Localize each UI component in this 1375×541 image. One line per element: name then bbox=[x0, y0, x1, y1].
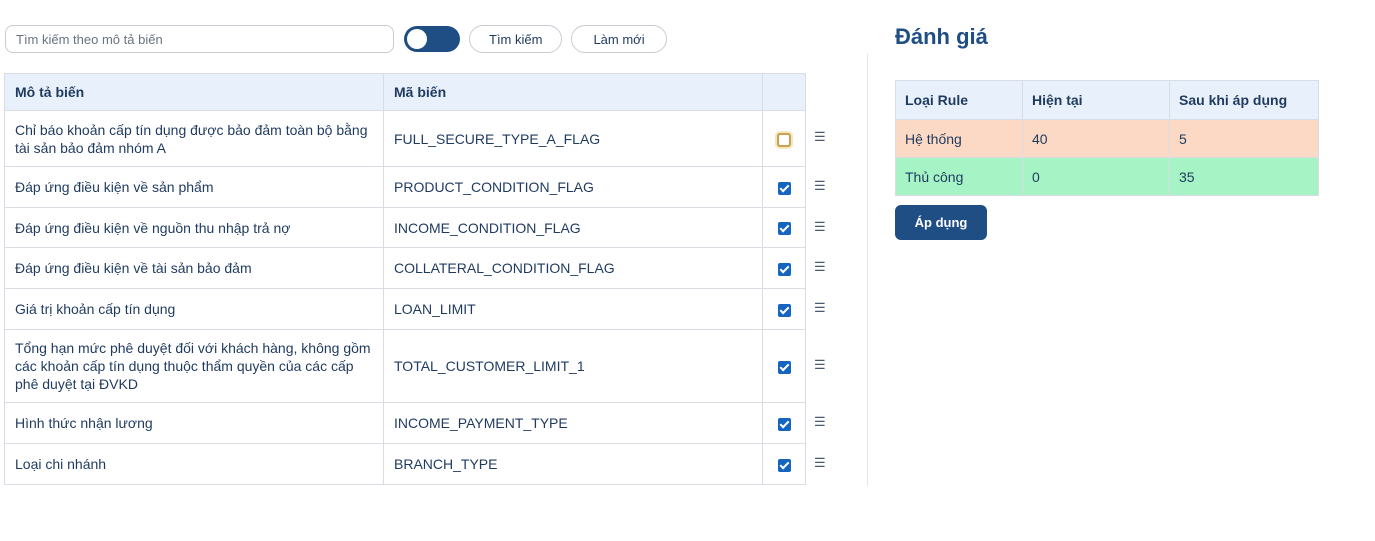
row-description: Chỉ báo khoản cấp tín dụng được bảo đảm … bbox=[4, 110, 384, 167]
table-row: Đáp ứng điều kiện về nguồn thu nhập trả … bbox=[4, 207, 806, 248]
evaluation-row-system: Hệ thống 40 5 bbox=[895, 119, 1319, 158]
row-checkbox[interactable] bbox=[777, 262, 791, 276]
sliders-icon[interactable]: ☰ bbox=[814, 455, 828, 471]
row-checkbox[interactable] bbox=[777, 417, 791, 431]
sliders-icon[interactable]: ☰ bbox=[814, 300, 828, 316]
search-input[interactable] bbox=[5, 25, 394, 53]
row-checkbox-cell bbox=[762, 443, 806, 485]
table-row: Tổng hạn mức phê duyệt đối với khách hàn… bbox=[4, 329, 806, 403]
evaluation-row-manual: Thủ công 0 35 bbox=[895, 157, 1319, 196]
row-code: BRANCH_TYPE bbox=[383, 443, 763, 485]
row-checkbox-cell bbox=[762, 110, 806, 167]
row-checkbox-cell bbox=[762, 166, 806, 208]
row-checkbox-cell bbox=[762, 329, 806, 403]
row-checkbox-cell bbox=[762, 402, 806, 444]
sliders-icon[interactable]: ☰ bbox=[814, 414, 828, 430]
toggle-switch[interactable] bbox=[404, 26, 460, 52]
row-description: Đáp ứng điều kiện về nguồn thu nhập trả … bbox=[4, 207, 384, 248]
table-row: Đáp ứng điều kiện về tài sản bảo đảm COL… bbox=[4, 247, 806, 289]
table-row: Giá trị khoản cấp tín dụng LOAN_LIMIT bbox=[4, 288, 806, 330]
row-checkbox[interactable] bbox=[777, 222, 791, 236]
toggle-knob bbox=[407, 29, 427, 49]
row-description: Loại chi nhánh bbox=[4, 443, 384, 485]
row-checkbox[interactable] bbox=[777, 132, 791, 147]
row-code: INCOME_PAYMENT_TYPE bbox=[383, 402, 763, 444]
row-checkbox-cell bbox=[762, 247, 806, 289]
header-description: Mô tả biến bbox=[4, 73, 384, 111]
row-code: COLLATERAL_CONDITION_FLAG bbox=[383, 247, 763, 289]
refresh-button[interactable]: Làm mới bbox=[571, 25, 667, 53]
row-checkbox[interactable] bbox=[777, 458, 791, 472]
search-button[interactable]: Tìm kiếm bbox=[469, 25, 563, 53]
header-current: Hiện tại bbox=[1022, 80, 1170, 120]
header-after: Sau khi áp dụng bbox=[1169, 80, 1319, 120]
rule-type-cell: Thủ công bbox=[895, 157, 1023, 196]
evaluation-header-row: Loại Rule Hiện tại Sau khi áp dụng bbox=[895, 80, 1319, 120]
row-checkbox[interactable] bbox=[777, 360, 791, 374]
table-row: Chỉ báo khoản cấp tín dụng được bảo đảm … bbox=[4, 110, 806, 167]
apply-button[interactable]: Áp dụng bbox=[895, 205, 987, 240]
table-header-row: Mô tả biến Mã biến bbox=[4, 73, 806, 111]
row-description: Tổng hạn mức phê duyệt đối với khách hàn… bbox=[4, 329, 384, 403]
header-rule-type: Loại Rule bbox=[895, 80, 1023, 120]
toolbar: Tìm kiếm Làm mới bbox=[5, 24, 667, 54]
sliders-icon[interactable]: ☰ bbox=[814, 357, 828, 373]
after-cell: 35 bbox=[1169, 157, 1319, 196]
current-cell: 0 bbox=[1022, 157, 1170, 196]
variables-table: Mô tả biến Mã biến Chỉ báo khoản cấp tín… bbox=[4, 73, 806, 485]
panel-divider bbox=[867, 54, 868, 486]
header-select bbox=[762, 73, 806, 111]
sliders-icon[interactable]: ☰ bbox=[814, 178, 828, 194]
row-code: PRODUCT_CONDITION_FLAG bbox=[383, 166, 763, 208]
after-cell: 5 bbox=[1169, 119, 1319, 158]
row-code: FULL_SECURE_TYPE_A_FLAG bbox=[383, 110, 763, 167]
row-code: INCOME_CONDITION_FLAG bbox=[383, 207, 763, 248]
row-checkbox[interactable] bbox=[777, 181, 791, 195]
row-checkbox[interactable] bbox=[777, 303, 791, 317]
current-cell: 40 bbox=[1022, 119, 1170, 158]
table-row: Loại chi nhánh BRANCH_TYPE bbox=[4, 443, 806, 485]
row-checkbox-cell bbox=[762, 207, 806, 248]
table-row: Đáp ứng điều kiện về sản phẩm PRODUCT_CO… bbox=[4, 166, 806, 208]
evaluation-table: Loại Rule Hiện tại Sau khi áp dụng Hệ th… bbox=[895, 80, 1319, 196]
row-description: Giá trị khoản cấp tín dụng bbox=[4, 288, 384, 330]
row-code: LOAN_LIMIT bbox=[383, 288, 763, 330]
table-row: Hình thức nhận lương INCOME_PAYMENT_TYPE bbox=[4, 402, 806, 444]
row-checkbox-cell bbox=[762, 288, 806, 330]
row-description: Đáp ứng điều kiện về sản phẩm bbox=[4, 166, 384, 208]
rule-type-cell: Hệ thống bbox=[895, 119, 1023, 158]
header-code: Mã biến bbox=[383, 73, 763, 111]
evaluation-title: Đánh giá bbox=[895, 24, 988, 49]
sliders-icon[interactable]: ☰ bbox=[814, 219, 828, 235]
row-description: Đáp ứng điều kiện về tài sản bảo đảm bbox=[4, 247, 384, 289]
sliders-icon[interactable]: ☰ bbox=[814, 129, 828, 145]
sliders-icon[interactable]: ☰ bbox=[814, 259, 828, 275]
row-code: TOTAL_CUSTOMER_LIMIT_1 bbox=[383, 329, 763, 403]
row-description: Hình thức nhận lương bbox=[4, 402, 384, 444]
